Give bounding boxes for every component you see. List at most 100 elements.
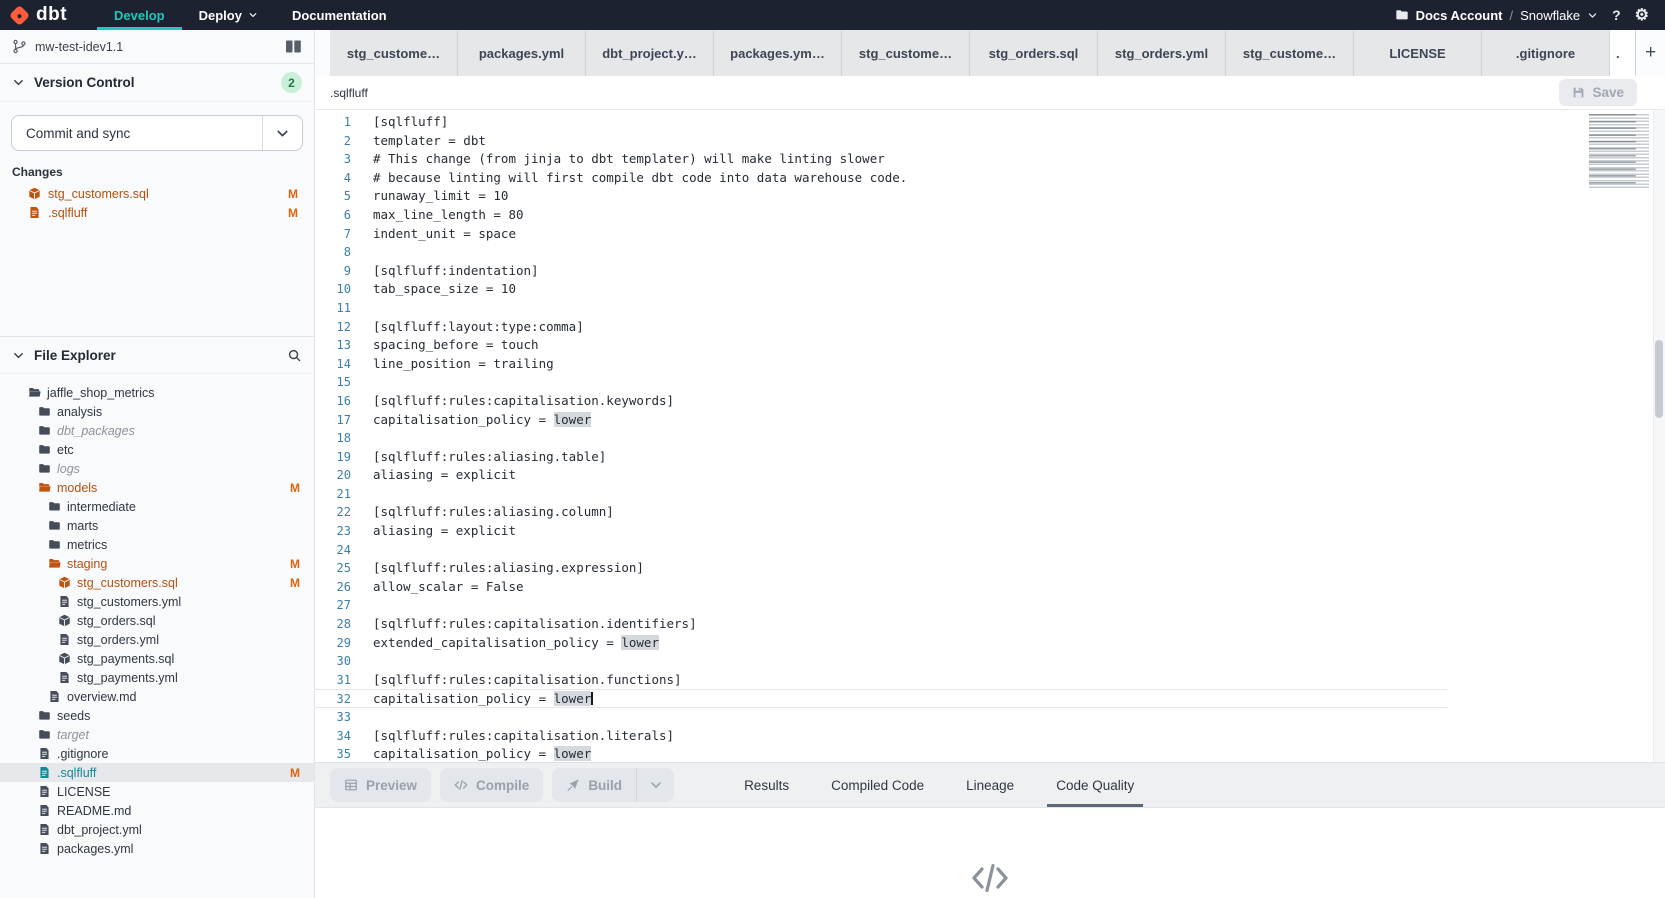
top-navbar: dbt Develop Deploy Documentation Docs Ac… — [0, 0, 1665, 30]
file-tree-item[interactable]: stg_payments.yml — [0, 668, 314, 687]
file-tree-item[interactable]: intermediate — [0, 497, 314, 516]
file-tab[interactable]: packages.ym… — [714, 30, 842, 76]
file-tree-item[interactable]: dbt_project.yml — [0, 820, 314, 839]
compile-button[interactable]: Compile — [440, 768, 543, 802]
file-tree-item[interactable]: etc — [0, 440, 314, 459]
file-tree-item[interactable]: LICENSE — [0, 782, 314, 801]
panel-tab[interactable]: Compiled Code — [810, 763, 945, 807]
code-line: 25 [sqlfluff:rules:aliasing.expression] — [315, 559, 1665, 578]
changed-file-item[interactable]: stg_customers.sql M — [0, 184, 314, 203]
line-number: 3 — [315, 150, 351, 169]
file-tree-item[interactable]: logs — [0, 459, 314, 478]
nav-menu-item[interactable]: Develop — [97, 0, 182, 30]
file-tree-item[interactable]: packages.yml — [0, 839, 314, 858]
save-button[interactable]: Save — [1559, 79, 1637, 106]
file-tab[interactable]: stg_orders.sql — [970, 30, 1098, 76]
active-file-tab-partial[interactable]: . — [1610, 30, 1636, 76]
file-tree-item[interactable]: metrics — [0, 535, 314, 554]
git-branch-icon — [12, 39, 27, 54]
file-tree-item[interactable]: stg_orders.sql — [0, 611, 314, 630]
nav-menu: Develop Deploy Documentation — [97, 0, 404, 30]
file-explorer-header[interactable]: File Explorer — [0, 336, 314, 374]
line-number: 11 — [315, 299, 351, 318]
file-tree-item[interactable]: target — [0, 725, 314, 744]
file-tab[interactable]: stg_custome… — [842, 30, 970, 76]
text-cursor — [591, 692, 593, 705]
file-tab[interactable]: stg_custome… — [330, 30, 458, 76]
file-tree-item[interactable]: analysis — [0, 402, 314, 421]
folder-icon — [38, 424, 51, 437]
code-editor[interactable]: 1 [sqlfluff] 2 templater = dbt 3 # This … — [315, 110, 1665, 762]
line-number: 1 — [315, 113, 351, 132]
file-tab[interactable]: packages.yml — [458, 30, 586, 76]
version-control-title: Version Control — [34, 75, 135, 90]
branch-row[interactable]: mw-test-idev1.1 — [0, 30, 314, 64]
settings-gear-icon[interactable]: ⚙ — [1635, 5, 1649, 25]
line-number: 23 — [315, 522, 351, 541]
nav-menu-item[interactable]: Documentation — [275, 0, 404, 30]
code-line: 16 [sqlfluff:rules:capitalisation.keywor… — [315, 392, 1665, 411]
help-icon[interactable]: ? — [1612, 7, 1621, 23]
code-line: 18 — [315, 429, 1665, 448]
code-line: 13 spacing_before = touch — [315, 336, 1665, 355]
commit-and-sync-button[interactable]: Commit and sync — [11, 115, 303, 151]
file-tab[interactable]: .gitignore — [1482, 30, 1610, 76]
line-number: 2 — [315, 132, 351, 151]
file-tab[interactable]: LICENSE — [1354, 30, 1482, 76]
file-tree-item[interactable]: stg_payments.sql — [0, 649, 314, 668]
file-tree-item[interactable]: dbt_packages — [0, 421, 314, 440]
scrollbar-thumb[interactable] — [1655, 340, 1663, 418]
editor-scrollbar[interactable] — [1653, 110, 1665, 762]
file-tree-item[interactable]: seeds — [0, 706, 314, 725]
build-button[interactable]: Build — [552, 768, 636, 802]
panel-tab[interactable]: Results — [723, 763, 810, 807]
dbt-logo-text: dbt — [36, 4, 67, 26]
file-tab[interactable]: stg_orders.yml — [1098, 30, 1226, 76]
file-tab[interactable]: stg_custome… — [1226, 30, 1354, 76]
commit-options-chevron[interactable] — [262, 116, 302, 150]
line-number: 7 — [315, 225, 351, 244]
file-tree-item[interactable]: .gitignore — [0, 744, 314, 763]
main-area: stg_custome… packages.yml dbt_project.y…… — [315, 30, 1665, 898]
code-line: 4 # because linting will first compile d… — [315, 169, 1665, 188]
line-number: 9 — [315, 262, 351, 281]
line-number: 18 — [315, 429, 351, 448]
code-line: 31 [sqlfluff:rules:capitalisation.functi… — [315, 671, 1665, 690]
file-tree-item[interactable]: staging M — [0, 554, 314, 573]
split-view-icon[interactable] — [285, 39, 302, 54]
dbt-logo[interactable]: dbt — [0, 0, 81, 30]
line-number: 10 — [315, 280, 351, 299]
file-icon — [38, 804, 51, 817]
minimap[interactable] — [1589, 114, 1649, 188]
file-tree-item[interactable]: .sqlfluff M — [0, 763, 314, 782]
search-icon[interactable] — [287, 348, 302, 363]
file-tree-item[interactable]: models M — [0, 478, 314, 497]
file-tree-item[interactable]: marts — [0, 516, 314, 535]
folder-icon — [38, 462, 51, 475]
file-tree-item[interactable]: jaffle_shop_metrics — [0, 383, 314, 402]
file-tree-item[interactable]: stg_customers.yml — [0, 592, 314, 611]
panel-tab[interactable]: Lineage — [945, 763, 1035, 807]
new-tab-button[interactable]: + — [1636, 30, 1665, 76]
nav-menu-item[interactable]: Deploy — [182, 0, 275, 30]
cube-icon — [58, 576, 71, 589]
file-tree-item[interactable]: README.md — [0, 801, 314, 820]
preview-button[interactable]: Preview — [330, 768, 431, 802]
table-icon — [344, 778, 358, 792]
account-selector[interactable]: Docs Account / Snowflake — [1395, 8, 1599, 23]
build-options-chevron[interactable] — [636, 768, 674, 802]
code-line: 2 templater = dbt — [315, 132, 1665, 151]
line-number: 35 — [315, 745, 351, 762]
changed-file-item[interactable]: .sqlfluff M — [0, 203, 314, 222]
file-tree-item[interactable]: overview.md — [0, 687, 314, 706]
file-tab[interactable]: dbt_project.y… — [586, 30, 714, 76]
code-line: 35 capitalisation_policy = lower — [315, 745, 1665, 762]
account-name: Docs Account — [1416, 8, 1503, 23]
line-number: 6 — [315, 206, 351, 225]
panel-tab[interactable]: Code Quality — [1035, 763, 1155, 807]
folder-open-icon — [28, 386, 41, 399]
file-tree-item[interactable]: stg_orders.yml — [0, 630, 314, 649]
file-tree-item[interactable]: stg_customers.sql M — [0, 573, 314, 592]
code-line: 10 tab_space_size = 10 — [315, 280, 1665, 299]
version-control-header[interactable]: Version Control 2 — [0, 64, 314, 102]
